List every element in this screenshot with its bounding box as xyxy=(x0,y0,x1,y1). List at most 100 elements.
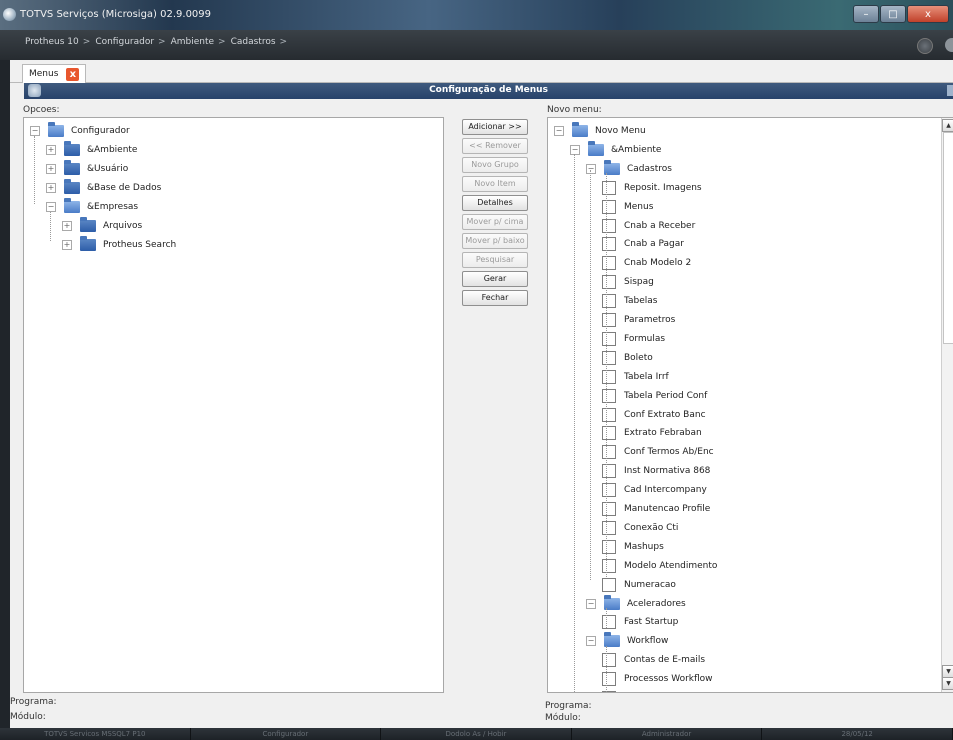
tree-node-label: Numeracao xyxy=(624,579,676,590)
tree-node[interactable]: Processos Workflow xyxy=(602,670,713,688)
tree-node[interactable]: − Configurador xyxy=(30,122,130,140)
breadcrumb-item[interactable]: Ambiente xyxy=(171,37,214,47)
new-menu-label: Novo menu: xyxy=(547,105,602,115)
menu-item-icon xyxy=(602,539,616,554)
folder-icon xyxy=(588,140,604,156)
tree-node[interactable]: Numeracao xyxy=(602,576,676,594)
home-icon[interactable] xyxy=(917,38,933,54)
expand-icon[interactable]: + xyxy=(62,240,72,250)
panel-maximize-icon[interactable] xyxy=(947,85,953,96)
tree-node[interactable]: Conf Extrato Banc xyxy=(602,406,706,424)
tree-connector xyxy=(606,173,607,577)
tree-node-label: Boleto xyxy=(624,352,653,363)
tree-node[interactable]: − &Ambiente xyxy=(570,140,661,159)
tree-node[interactable]: Extrato Febraban xyxy=(602,424,702,442)
close-button[interactable]: x xyxy=(907,5,949,23)
tree-node[interactable]: Formulas xyxy=(602,330,665,348)
tree-node-label: Formulas xyxy=(624,333,666,344)
options-tree[interactable]: − Configurador + &Ambiente + &Usuário + &Base d… xyxy=(23,117,444,693)
tree-node[interactable]: Mashups xyxy=(602,538,664,556)
breadcrumb-item[interactable]: Protheus 10 xyxy=(25,37,79,47)
novo-grupo-button[interactable]: Novo Grupo xyxy=(462,157,528,173)
tree-node[interactable]: Conf Termos Ab/Enc xyxy=(602,443,714,461)
tree-node[interactable]: − &Empresas xyxy=(46,198,138,216)
collapse-icon[interactable]: − xyxy=(586,636,596,647)
tree-node[interactable]: − Novo Menu xyxy=(554,122,646,140)
tree-node[interactable]: + &Base de Dados xyxy=(46,179,161,197)
tree-node[interactable]: − Cadastros xyxy=(586,159,672,178)
scroll-up-icon[interactable]: ▲ xyxy=(942,119,953,132)
options-label: Opcoes: xyxy=(23,105,60,115)
tree-node[interactable]: Boleto xyxy=(602,349,653,367)
maximize-button[interactable]: □ xyxy=(880,5,906,23)
mover-p-baixo-button[interactable]: Mover p/ baixo xyxy=(462,233,528,249)
collapse-icon[interactable]: − xyxy=(554,126,564,136)
scroll-thumb[interactable] xyxy=(943,132,953,344)
tree-node[interactable]: Tabelas xyxy=(602,292,657,310)
breadcrumb-separator: > xyxy=(158,37,166,47)
tab-close-icon[interactable]: x xyxy=(66,67,80,81)
new-menu-tree[interactable]: − Novo Menu − &Ambiente − Cadastros Reposit. I… xyxy=(547,117,953,693)
scroll-down-icon-2[interactable]: ▼ xyxy=(942,677,953,690)
mover-p-cima-button[interactable]: Mover p/ cima xyxy=(462,214,528,230)
tree-node[interactable]: Tabela Irrf xyxy=(602,368,669,386)
collapse-icon[interactable]: − xyxy=(30,126,40,136)
collapse-icon[interactable]: − xyxy=(586,163,596,174)
tree-node-label: Protheus Search xyxy=(103,240,177,250)
new-menu-scrollbar[interactable]: ▲ ▼ ▼ xyxy=(941,118,953,692)
power-icon[interactable] xyxy=(945,38,953,52)
right-programa-label: Programa: xyxy=(545,701,592,711)
tree-node[interactable]: Status Workflow xyxy=(602,689,697,692)
minimize-button[interactable]: – xyxy=(853,5,879,23)
menu-item-icon xyxy=(602,294,616,309)
panel-title: Configuração de Menus xyxy=(429,85,548,95)
collapse-icon[interactable]: − xyxy=(570,144,580,155)
breadcrumb-item[interactable]: Configurador xyxy=(95,37,154,47)
collapse-icon[interactable]: − xyxy=(46,202,56,212)
tree-node[interactable]: Cad Intercompany xyxy=(602,481,707,499)
tree-node[interactable]: Tabela Period Conf xyxy=(602,387,707,405)
tree-node[interactable]: Inst Normativa 868 xyxy=(602,462,710,480)
tree-node[interactable]: Reposit. Imagens xyxy=(602,179,702,197)
tree-node[interactable]: + &Ambiente xyxy=(46,141,137,159)
folder-icon xyxy=(48,122,64,137)
fechar-button[interactable]: Fechar xyxy=(462,290,528,306)
adicionar-button[interactable]: Adicionar >> xyxy=(462,119,528,135)
tree-node[interactable]: Sispag xyxy=(602,273,654,291)
tree-node[interactable]: + &Usuário xyxy=(46,160,128,178)
tree-node[interactable]: Cnab a Pagar xyxy=(602,235,684,253)
folder-icon xyxy=(80,217,96,232)
tree-node[interactable]: + Arquivos xyxy=(62,217,142,235)
panel-header: Configuração de Menus xyxy=(24,83,953,99)
detalhes-button[interactable]: Detalhes xyxy=(462,195,528,211)
tree-node[interactable]: Menus xyxy=(602,198,653,216)
menu-item-icon xyxy=(602,483,616,498)
tree-node[interactable]: Cnab Modelo 2 xyxy=(602,254,691,272)
novo-item-button[interactable]: Novo Item xyxy=(462,176,528,192)
tree-node[interactable]: Cnab a Receber xyxy=(602,217,695,235)
pesquisar-button[interactable]: Pesquisar xyxy=(462,252,528,268)
tree-node[interactable]: Contas de E-mails xyxy=(602,651,705,669)
expand-icon[interactable]: + xyxy=(46,145,56,155)
tree-node[interactable]: − Aceleradores xyxy=(586,594,686,613)
expand-icon[interactable]: + xyxy=(46,164,56,174)
tree-node[interactable]: − Workflow xyxy=(586,632,668,650)
menu-item-icon xyxy=(602,445,616,460)
collapse-icon[interactable]: − xyxy=(586,598,596,609)
expand-icon[interactable]: + xyxy=(46,183,56,193)
tree-connector xyxy=(590,170,591,580)
tab-menus[interactable]: Menus x xyxy=(22,64,87,83)
tree-node[interactable]: Fast Startup xyxy=(602,613,678,631)
tree-node[interactable]: Conexão Cti xyxy=(602,519,678,537)
expand-icon[interactable]: + xyxy=(62,221,72,231)
remover-button[interactable]: << Remover xyxy=(462,138,528,154)
tree-node[interactable]: Parametros xyxy=(602,311,675,329)
menu-item-icon xyxy=(602,502,616,516)
tree-node[interactable]: + Protheus Search xyxy=(62,236,176,254)
tree-node[interactable]: Manutencao Profile xyxy=(602,500,710,518)
breadcrumb-item[interactable]: Cadastros xyxy=(231,37,276,47)
gerar-button[interactable]: Gerar xyxy=(462,271,528,287)
tree-node-label: Tabelas xyxy=(624,296,658,307)
folder-icon xyxy=(64,141,80,156)
tree-node[interactable]: Modelo Atendimento xyxy=(602,557,717,575)
